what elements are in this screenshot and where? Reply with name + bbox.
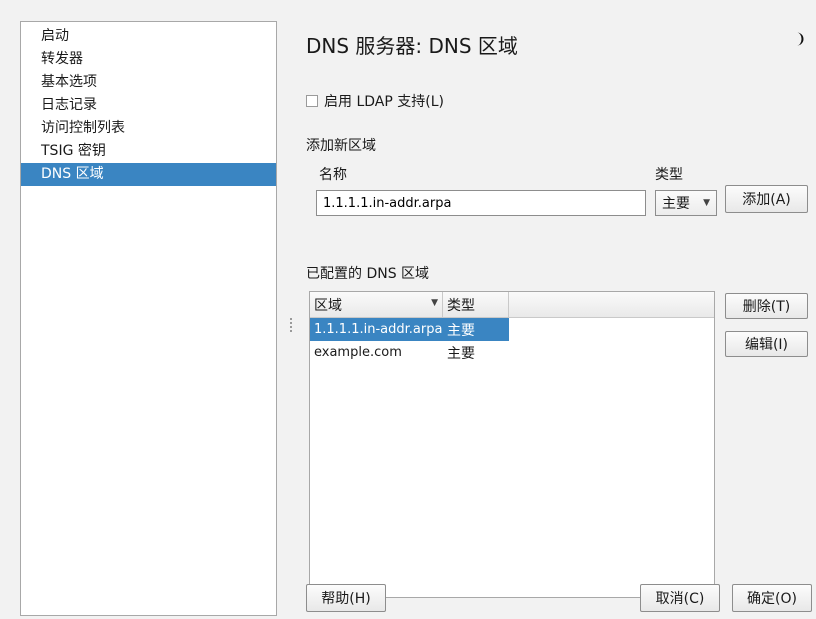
ldap-support-label: 启用 LDAP 支持(L) bbox=[324, 94, 444, 110]
sidebar-item-dns-zones[interactable]: DNS 区域 bbox=[21, 163, 276, 186]
cancel-button[interactable]: 取消(C) bbox=[640, 584, 720, 612]
sidebar-item-forwarders[interactable]: 转发器 bbox=[21, 48, 276, 71]
sidebar-list: 启动 转发器 基本选项 日志记录 访问控制列表 TSIG 密钥 DNS 区域 bbox=[21, 22, 276, 186]
zone-cell: 1.1.1.1.in-addr.arpa bbox=[314, 322, 443, 337]
table-row[interactable]: 1.1.1.1.in-addr.arpa 主要 bbox=[310, 318, 509, 341]
zone-name-input[interactable] bbox=[316, 190, 646, 216]
sort-descending-icon: ▼ bbox=[431, 298, 438, 308]
sidebar-item-basic-options[interactable]: 基本选项 bbox=[21, 71, 276, 94]
column-header-zone[interactable]: 区域 ▼ bbox=[310, 292, 443, 317]
zone-type-label: 类型 bbox=[655, 167, 683, 183]
column-header-type[interactable]: 类型 bbox=[443, 292, 509, 317]
sidebar-item-logging[interactable]: 日志记录 bbox=[21, 94, 276, 117]
zones-table[interactable]: 区域 ▼ 类型 1.1.1.1.in-addr.arpa 主要 example.… bbox=[309, 291, 715, 598]
type-cell: 主要 bbox=[447, 322, 475, 339]
table-row[interactable]: example.com 主要 bbox=[310, 341, 714, 364]
sidebar-item-acl[interactable]: 访问控制列表 bbox=[21, 117, 276, 140]
ldap-support-checkbox[interactable] bbox=[306, 95, 318, 107]
zone-cell: example.com bbox=[314, 345, 402, 360]
configured-zones-label: 已配置的 DNS 区域 bbox=[306, 266, 430, 282]
zone-type-select[interactable]: 主要 ▼ bbox=[655, 190, 717, 216]
delete-zone-button[interactable]: 删除(T) bbox=[725, 293, 808, 319]
help-button[interactable]: 帮助(H) bbox=[306, 584, 386, 612]
page-title: DNS 服务器: DNS 区域 bbox=[306, 34, 518, 58]
ldap-support-option[interactable]: 启用 LDAP 支持(L) bbox=[306, 91, 444, 111]
sidebar-item-startup[interactable]: 启动 bbox=[21, 25, 276, 48]
chevron-down-icon: ▼ bbox=[703, 198, 710, 208]
add-zone-button[interactable]: 添加(A) bbox=[725, 185, 808, 213]
edit-zone-button[interactable]: 编辑(I) bbox=[725, 331, 808, 357]
moon-icon[interactable] bbox=[792, 31, 808, 47]
sidebar-item-tsig-keys[interactable]: TSIG 密钥 bbox=[21, 140, 276, 163]
zones-table-header: 区域 ▼ 类型 bbox=[310, 292, 714, 318]
zone-type-select-value: 主要 bbox=[662, 196, 690, 212]
add-zone-section-label: 添加新区域 bbox=[306, 138, 376, 154]
zone-name-label: 名称 bbox=[319, 167, 347, 183]
pane-splitter-handle[interactable] bbox=[290, 318, 292, 332]
sidebar: 启动 转发器 基本选项 日志记录 访问控制列表 TSIG 密钥 DNS 区域 bbox=[20, 21, 277, 616]
ok-button[interactable]: 确定(O) bbox=[732, 584, 812, 612]
type-cell: 主要 bbox=[447, 345, 475, 362]
